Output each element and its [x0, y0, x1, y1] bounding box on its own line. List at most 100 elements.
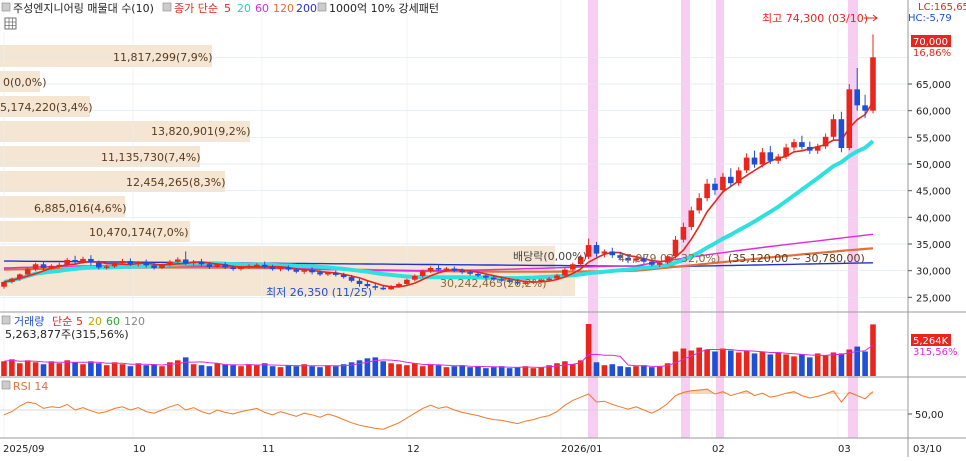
- candle-body: [254, 264, 260, 267]
- candle-body: [17, 274, 23, 279]
- volume-bar: [862, 351, 868, 376]
- candle-body: [246, 265, 252, 268]
- volume-bar: [159, 366, 165, 376]
- candle-body: [1, 281, 7, 287]
- volume-current-value: 5,264K: [913, 336, 949, 347]
- volume-bar: [32, 362, 39, 376]
- volume-bar: [127, 366, 134, 376]
- candle-body: [182, 259, 189, 264]
- candle-body: [285, 267, 292, 270]
- volume-bar: [198, 365, 205, 376]
- profile-label-6: 12,454,265(8,3%): [126, 176, 226, 189]
- volume-bar: [182, 357, 189, 376]
- candle-body: [340, 274, 347, 278]
- volume-bar: [435, 365, 442, 376]
- candle-body: [870, 57, 876, 111]
- volume-bar: [475, 366, 481, 376]
- ma-period-200[interactable]: 200: [296, 2, 317, 15]
- candle-body: [854, 89, 860, 106]
- candle-body: [388, 286, 394, 290]
- chart-canvas: 주성엔지니어링 매물대 수(10) 종가 단순 5 20 60 120 200 …: [0, 0, 966, 457]
- candle-body: [317, 272, 323, 275]
- axis-background: [908, 0, 966, 457]
- volume-bar: [641, 365, 647, 376]
- volume-bar: [72, 362, 78, 376]
- series-marker-icon: [1, 315, 11, 325]
- ma-period-120[interactable]: 120: [273, 2, 294, 15]
- candle-body: [783, 147, 789, 157]
- profile-label-4: 13,820,901(9,2%): [151, 125, 251, 138]
- volume-bar: [214, 363, 221, 376]
- volume-bar: [751, 353, 758, 376]
- candle-body: [830, 119, 837, 137]
- volume-bar: [467, 367, 473, 376]
- volume-bar: [783, 354, 789, 376]
- volume-bar: [24, 360, 31, 376]
- volume-bar: [254, 365, 260, 376]
- volume-bar: [514, 367, 521, 376]
- candle-body: [735, 170, 742, 184]
- candle-body: [127, 261, 134, 265]
- volume-bar: [688, 350, 695, 376]
- candle-body: [309, 270, 315, 273]
- volume-bar: [333, 366, 339, 376]
- candle-body: [72, 260, 78, 263]
- candle-body: [720, 176, 726, 191]
- candle-body: [696, 198, 702, 211]
- volume-bar: [9, 359, 15, 376]
- candle-body: [143, 262, 149, 266]
- volume-bar: [498, 366, 505, 376]
- candle-body: [807, 146, 813, 151]
- candle-body: [838, 119, 845, 148]
- rsi-label: RSI 14: [13, 380, 48, 393]
- candle-body: [175, 259, 181, 262]
- volume-bar: [396, 364, 402, 376]
- close-ma-label: 종가 단순: [174, 2, 218, 15]
- date-label: 10: [133, 444, 146, 455]
- volume-ma-60[interactable]: 60: [106, 315, 120, 328]
- price-tick-label: 55,000: [916, 133, 951, 144]
- candle-body: [609, 251, 616, 256]
- volume-bar: [88, 361, 94, 376]
- candle-body: [230, 267, 236, 270]
- volume-bar: [767, 354, 774, 376]
- ma-period-20[interactable]: 20: [237, 2, 251, 15]
- candle-body: [24, 269, 31, 275]
- volume-bar: [325, 365, 331, 376]
- grid-table-icon[interactable]: [4, 17, 17, 30]
- candle-body: [767, 152, 774, 161]
- volume-bar: [870, 324, 876, 376]
- volume-bar: [293, 366, 300, 376]
- volume-label: 거래량: [14, 315, 44, 328]
- volume-bar: [96, 363, 102, 376]
- volume-bar: [419, 366, 426, 376]
- ma-period-5[interactable]: 5: [224, 2, 231, 15]
- candle-body: [427, 268, 434, 272]
- candle-body: [80, 258, 86, 263]
- date-label: 03: [838, 444, 851, 455]
- volume-bar: [135, 363, 142, 376]
- volume-bar: [562, 361, 568, 376]
- volume-bar: [459, 365, 465, 376]
- candle-body: [96, 262, 102, 268]
- candle-body: [269, 266, 276, 270]
- volume-bar: [712, 351, 718, 376]
- volume-bar: [48, 361, 55, 376]
- volume-ma-120[interactable]: 120: [124, 315, 145, 328]
- candle-body: [372, 286, 379, 288]
- volume-bar: [601, 365, 608, 376]
- profile-label-1: 11,817,299(7,9%): [113, 51, 213, 64]
- volume-bar: [238, 366, 244, 376]
- candle-body: [214, 264, 221, 267]
- volume-ma-20[interactable]: 20: [88, 315, 102, 328]
- candle-body: [775, 156, 781, 161]
- price-tick-label: 35,000: [916, 240, 951, 251]
- volume-bar: [585, 324, 592, 376]
- price-tick-label: 40,000: [916, 213, 951, 224]
- volume-ma-5[interactable]: 5: [76, 315, 83, 328]
- volume-bar: [230, 365, 236, 376]
- series-marker-icon: [162, 2, 172, 12]
- ma-period-60[interactable]: 60: [255, 2, 269, 15]
- candle-body: [412, 276, 418, 280]
- profile-label-8: 10,470,174(7,0%): [89, 226, 189, 239]
